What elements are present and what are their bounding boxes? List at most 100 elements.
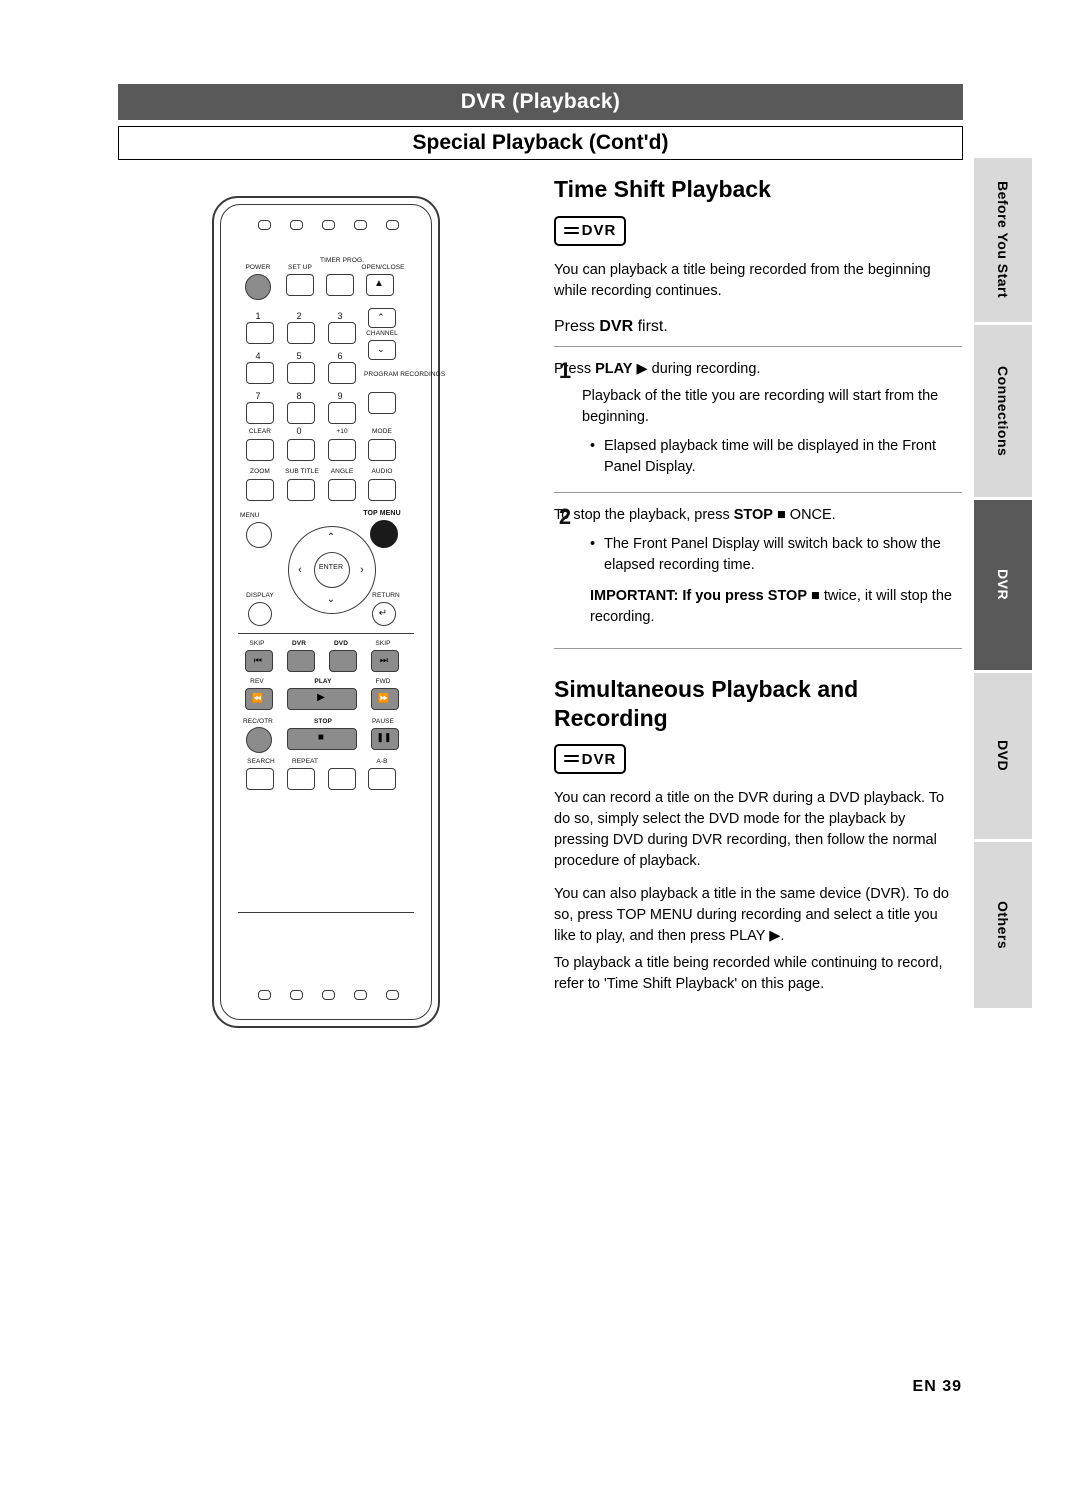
side-tab-before-you-start[interactable]: Before You Start (974, 158, 1032, 322)
remote-button-dvr[interactable] (287, 650, 315, 672)
remote-button-timer-prog[interactable] (326, 274, 354, 296)
remote-button-power[interactable] (245, 274, 271, 300)
remote-number-9: 9 (337, 391, 343, 401)
remote-button-mode[interactable] (368, 439, 396, 461)
remote-button-extra[interactable] (328, 768, 356, 790)
side-tab-bar: Before You Start Connections DVR DVD Oth… (974, 158, 1032, 1011)
main-content: Time Shift Playback DVR You can playback… (554, 176, 962, 1007)
remote-button-program-recordings[interactable] (368, 392, 396, 414)
chevron-down-icon: ⌄ (377, 344, 385, 354)
remote-button-display[interactable] (248, 602, 272, 626)
stop-icon: ■ (317, 732, 325, 743)
step-2-bullet-1: • The Front Panel Display will switch ba… (590, 534, 962, 576)
simultaneous-paragraph-3: To playback a title being recorded while… (554, 955, 943, 993)
remote-button-sub-title[interactable] (287, 479, 315, 501)
remote-label-sub-title: SUB TITLE (285, 468, 319, 475)
press-dvr-first: Press DVR first. (554, 317, 668, 335)
remote-button-angle[interactable] (328, 479, 356, 501)
remote-button-8[interactable] (287, 402, 315, 424)
remote-number-5: 5 (296, 351, 302, 361)
remote-label-plus10: +10 (336, 428, 348, 435)
remote-button-4[interactable] (246, 362, 274, 384)
cursor-up-icon: ⌃ (326, 532, 336, 543)
time-shift-intro: You can playback a title being recorded … (554, 261, 931, 299)
remote-button-6[interactable] (328, 362, 356, 384)
step-1-number: 1 (558, 357, 572, 383)
remote-label-mode: MODE (372, 428, 392, 435)
side-tab-connections[interactable]: Connections (974, 325, 1032, 497)
remote-button-ab[interactable] (368, 768, 396, 790)
side-tab-label: DVD (995, 740, 1011, 772)
remote-foot-1 (258, 990, 271, 1000)
side-tab-dvd[interactable]: DVD (974, 673, 1032, 839)
important-prefix: IMPORTANT: If you press (590, 587, 768, 604)
remote-button-rec-otr[interactable] (246, 727, 272, 753)
side-tab-label: DVR (995, 569, 1011, 601)
play-icon: ▶ (317, 692, 325, 703)
remote-button-5[interactable] (287, 362, 315, 384)
remote-button-top-menu[interactable] (370, 520, 398, 548)
remote-button-7[interactable] (246, 402, 274, 424)
step-2-key: STOP (733, 506, 773, 523)
remote-label-skip-back: SKIP (249, 640, 265, 647)
remote-foot-2 (290, 990, 303, 1000)
remote-label-zoom: ZOOM (250, 468, 270, 475)
remote-number-0: 0 (296, 426, 302, 436)
remote-vent-3 (322, 220, 335, 230)
remote-label-play: PLAY (314, 678, 332, 685)
remote-label-timer-prog: TIMER PROG. (320, 257, 365, 264)
remote-label-pause: PAUSE (371, 718, 395, 725)
page-header: DVR (Playback) (118, 84, 963, 120)
remote-label-dvr: DVR (291, 640, 307, 647)
remote-button-dvd[interactable] (329, 650, 357, 672)
bullet-dot: • (590, 437, 596, 454)
cursor-down-icon: ⌄ (326, 594, 336, 605)
side-tab-label: Before You Start (995, 181, 1011, 299)
remote-button-repeat[interactable] (287, 768, 315, 790)
bullet-text: The Front Panel Display will switch back… (604, 535, 941, 573)
remote-label-angle: ANGLE (330, 468, 354, 475)
step-2-number: 2 (558, 503, 572, 529)
remote-button-search[interactable] (246, 768, 274, 790)
side-tab-label: Connections (995, 365, 1011, 457)
remote-label-enter: ENTER (318, 564, 344, 571)
remote-button-clear[interactable] (246, 439, 274, 461)
simultaneous-paragraph-1: You can record a title on the DVR during… (554, 790, 945, 870)
remote-label-rec-otr: REC/OTR (243, 718, 273, 725)
remote-label-repeat: REPEAT (291, 758, 319, 765)
remote-button-setup[interactable] (286, 274, 314, 296)
remote-label-skip-fwd: SKIP (375, 640, 391, 647)
page-number: EN 39 (912, 1378, 962, 1395)
skip-back-icon: ⏮ (253, 655, 263, 665)
remote-button-2[interactable] (287, 322, 315, 344)
step-1-key: PLAY (595, 360, 633, 377)
remote-button-0[interactable] (287, 439, 315, 461)
remote-button-audio[interactable] (368, 479, 396, 501)
simultaneous-paragraph-2: You can also playback a title in the sam… (554, 886, 949, 945)
disc-icon (563, 225, 579, 237)
step-1-detail: Playback of the title you are recording … (582, 387, 939, 425)
remote-label-dvd: DVD (333, 640, 349, 647)
page-subtitle: Special Playback (Cont'd) (412, 131, 669, 154)
remote-label-stop: STOP (314, 718, 332, 725)
remote-label-open-close: OPEN/CLOSE (361, 264, 405, 271)
eject-icon: ▲ (374, 278, 384, 289)
remote-label-program-recordings: PROGRAM RECORDINGS (364, 371, 446, 378)
dvr-media-badge-2: DVR (554, 744, 626, 775)
remote-button-zoom[interactable] (246, 479, 274, 501)
remote-button-9[interactable] (328, 402, 356, 424)
dvr-badge-label: DVR (581, 222, 617, 240)
remote-button-menu[interactable] (246, 522, 272, 548)
side-tab-dvr[interactable]: DVR (974, 500, 1032, 670)
remote-number-1: 1 (255, 311, 261, 321)
remote-button-3[interactable] (328, 322, 356, 344)
dvr-badge-label: DVR (581, 750, 617, 768)
remote-foot-4 (354, 990, 367, 1000)
remote-number-6: 6 (337, 351, 343, 361)
remote-button-1[interactable] (246, 322, 274, 344)
divider-1 (554, 345, 962, 347)
return-arrow-icon: ↵ (378, 608, 388, 619)
remote-button-plus10[interactable] (328, 439, 356, 461)
step-1: 1 Press PLAY ▶ during recording. (554, 357, 962, 383)
side-tab-others[interactable]: Others (974, 842, 1032, 1008)
